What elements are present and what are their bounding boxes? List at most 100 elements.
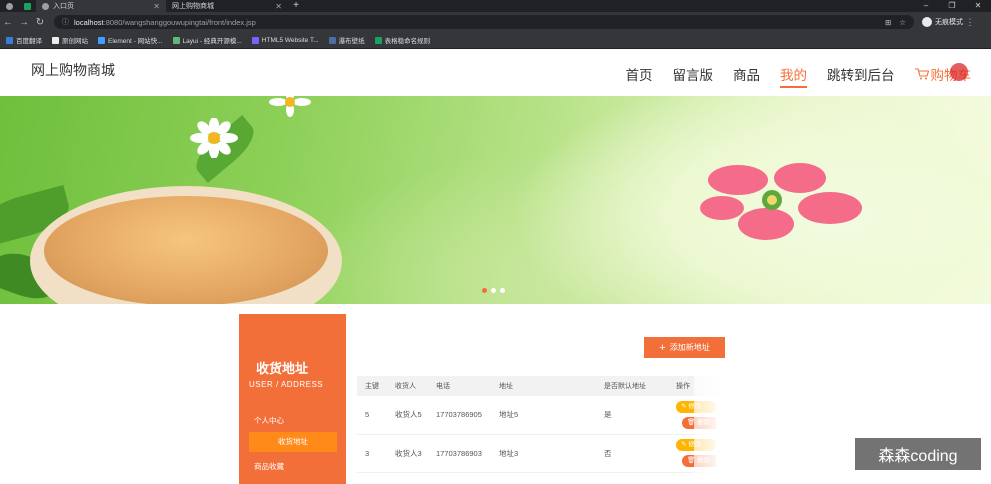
col-header-phone: 电话 <box>428 376 491 396</box>
main-nav: 首页 留言版 商品 我的 跳转到后台 购物车 <box>616 64 982 88</box>
tab-close-icon[interactable]: ✕ <box>275 2 282 11</box>
tab-label: 入口页 <box>53 3 74 10</box>
hero-banner-carousel[interactable] <box>0 96 991 304</box>
sheet-favicon-icon <box>23 2 31 10</box>
browser-toolbar: ← → ↻ ⓘ localhost:8080/wangshanggouwupin… <box>0 12 991 32</box>
window-controls: – ❐ ✕ <box>913 0 991 12</box>
incognito-icon <box>922 17 932 27</box>
cell-id: 3 <box>357 434 387 473</box>
table-row: 5 收货人5 17703786905 地址5 是 ✎ 修改 🗑 删除 <box>357 396 737 435</box>
col-header-address: 地址 <box>491 376 596 396</box>
bookmark-label: 百度翻译 <box>16 38 42 45</box>
restore-icon[interactable]: ❐ <box>939 0 965 12</box>
table-header-row: 主键 收货人 电话 地址 是否默认地址 操作 <box>357 376 737 396</box>
col-header-id: 主键 <box>357 376 387 396</box>
translate-icon[interactable]: ⊞ <box>885 18 891 27</box>
chrome-favicon-icon <box>5 2 13 10</box>
carousel-indicators <box>482 288 505 293</box>
nav-home[interactable]: 首页 <box>616 64 663 84</box>
daisy-flower-image <box>269 96 311 117</box>
reload-icon[interactable]: ↻ <box>32 17 48 28</box>
url-host: localhost <box>74 17 104 27</box>
pinned-tab-2[interactable] <box>18 0 36 12</box>
sidebar-item-favorites[interactable]: 商品收藏 <box>254 461 284 472</box>
bookmark-item[interactable]: Element - 网站快... <box>98 35 163 45</box>
daisy-flower-image <box>190 118 238 158</box>
user-sidebar: 收货地址 USER / ADDRESS 个人中心 收货地址 商品收藏 <box>239 314 346 484</box>
bookmark-favicon-icon <box>251 36 259 44</box>
col-header-name: 收货人 <box>387 376 428 396</box>
cell-default: 是 <box>596 396 668 435</box>
tab-label: 网上购物商城 <box>172 3 214 10</box>
incognito-label: 无痕模式 <box>935 19 963 26</box>
new-tab-icon[interactable]: + <box>288 0 304 12</box>
cell-address: 地址5 <box>491 396 596 435</box>
sidebar-item-profile[interactable]: 个人中心 <box>254 415 284 426</box>
bookmark-favicon-icon <box>6 36 13 44</box>
tab-favicon-icon <box>42 2 49 10</box>
mouse-cursor-indicator <box>950 63 968 81</box>
bookmark-label: 表格稳命名规则 <box>384 38 431 45</box>
bookmark-label: 瀑布壁纸 <box>338 38 365 45</box>
bookmark-item[interactable]: 原创网站 <box>52 35 88 45</box>
bookmark-favicon-icon <box>98 36 105 44</box>
back-arrow-icon[interactable]: ← <box>0 17 16 28</box>
bookmark-favicon-icon <box>52 36 59 44</box>
bookmark-item[interactable]: Layui - 经典开源模... <box>172 35 242 45</box>
nav-messages[interactable]: 留言版 <box>663 64 724 84</box>
nav-products[interactable]: 商品 <box>723 64 770 84</box>
cell-name: 收货人5 <box>387 396 428 435</box>
cell-phone: 17703786903 <box>428 434 491 473</box>
cart-icon <box>914 68 929 80</box>
browser-tabstrip: 入口页 ✕ 网上购物商城 ✕ + – ❐ ✕ <box>0 0 991 12</box>
plus-icon: + <box>659 341 666 354</box>
bookmark-favicon-icon <box>374 36 382 44</box>
forward-arrow-icon[interactable]: → <box>16 17 32 28</box>
browser-tab-entry[interactable]: 入口页 ✕ <box>36 0 166 12</box>
carousel-dot[interactable] <box>482 288 487 293</box>
cell-name: 收货人3 <box>387 434 428 473</box>
bookmark-label: HTML5 Website T... <box>261 36 319 44</box>
incognito-indicator[interactable]: 无痕模式 <box>922 17 963 27</box>
site-title: 网上购物商城 <box>31 62 115 78</box>
browser-menu-icon[interactable]: ⋮ <box>963 17 977 28</box>
bookmark-item[interactable]: 表格稳命名规则 <box>374 35 431 45</box>
bookmark-label: 原创网站 <box>62 38 88 45</box>
bookmark-favicon-icon <box>172 36 180 44</box>
add-address-button[interactable]: + 添加新地址 <box>644 337 725 358</box>
table-row: 3 收货人3 17703786903 地址3 否 ✎ 修改 🗑 删除 <box>357 434 737 473</box>
cell-address: 地址3 <box>491 434 596 473</box>
bookmark-star-icon[interactable]: ☆ <box>899 18 906 27</box>
bookmark-item[interactable]: 百度翻译 <box>6 35 42 45</box>
sidebar-subtitle: USER / ADDRESS <box>249 380 324 389</box>
bookmark-item[interactable]: 瀑布壁纸 <box>328 35 365 45</box>
close-window-icon[interactable]: ✕ <box>965 0 991 12</box>
nav-cart[interactable]: 购物车 <box>905 64 982 84</box>
table-fade-overlay <box>694 376 754 484</box>
carousel-dot[interactable] <box>491 288 496 293</box>
url-path: :8080/wangshanggouwupingtai/front/index.… <box>103 17 256 27</box>
pink-flower-image <box>700 163 862 240</box>
bookmark-item[interactable]: HTML5 Website T... <box>251 36 319 44</box>
bookmark-favicon-icon <box>328 36 336 44</box>
cell-id: 5 <box>357 396 387 435</box>
address-bar[interactable]: ⓘ localhost:8080/wangshanggouwupingtai/f… <box>54 15 914 29</box>
sidebar-title: 收货地址 <box>256 361 309 376</box>
sidebar-item-address[interactable]: 收货地址 <box>249 432 337 452</box>
video-watermark: 森森coding <box>855 438 981 470</box>
nav-backend[interactable]: 跳转到后台 <box>817 64 905 84</box>
bookmark-label: Layui - 经典开源模... <box>182 38 242 45</box>
add-address-label: 添加新地址 <box>669 343 710 352</box>
cell-default: 否 <box>596 434 668 473</box>
tea-surface-image <box>44 196 328 304</box>
tab-close-icon[interactable]: ✕ <box>153 2 160 11</box>
site-header: 网上购物商城 首页 留言版 商品 我的 跳转到后台 购物车 <box>0 50 991 96</box>
info-icon[interactable]: ⓘ <box>62 17 69 27</box>
pinned-tab-1[interactable] <box>0 0 18 12</box>
carousel-dot[interactable] <box>500 288 505 293</box>
minimize-icon[interactable]: – <box>913 0 939 12</box>
col-header-default: 是否默认地址 <box>596 376 668 396</box>
browser-tab-shop[interactable]: 网上购物商城 ✕ <box>166 0 288 12</box>
bookmarks-bar: 百度翻译 原创网站 Element - 网站快... Layui - 经典开源模… <box>0 32 991 49</box>
nav-mine[interactable]: 我的 <box>770 64 817 88</box>
